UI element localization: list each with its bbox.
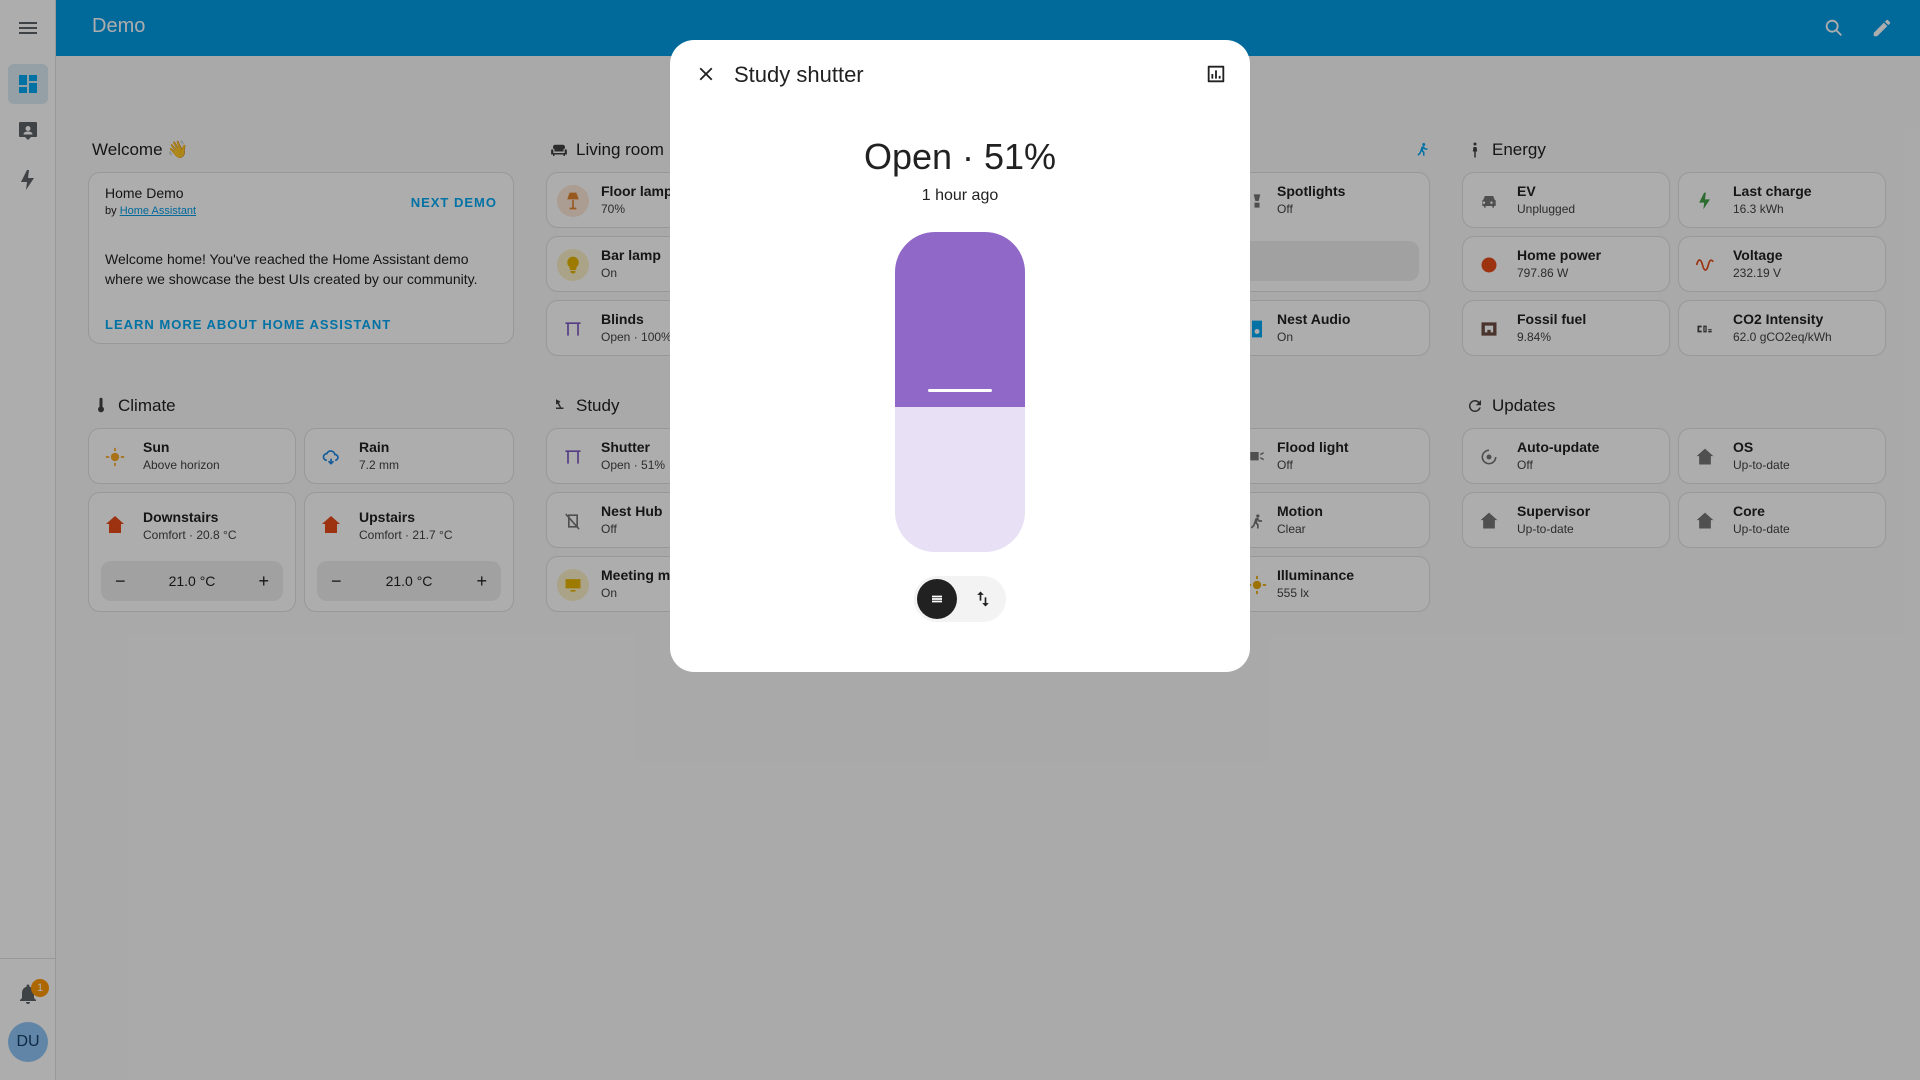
close-icon: [699, 67, 713, 81]
shutter-position-slider[interactable]: [895, 232, 1025, 552]
shutter-position-fill: [895, 232, 1025, 407]
control-mode-switch: [914, 576, 1006, 622]
swap-vertical-icon: [977, 591, 989, 607]
more-info-dialog: Study shutter Open · 51% 1 hour ago: [670, 40, 1250, 672]
position-mode-button[interactable]: [917, 579, 957, 619]
shutter-state: Open · 51%: [863, 136, 1057, 177]
slider-handle[interactable]: [928, 389, 992, 392]
last-changed: 1 hour ago: [921, 187, 999, 204]
menu-lines-icon: [932, 595, 942, 603]
history-button[interactable]: [1200, 58, 1232, 90]
close-button[interactable]: [690, 58, 722, 90]
open-close-mode-button[interactable]: [963, 579, 1003, 619]
dialog-title: Study shutter: [734, 62, 864, 87]
chart-box-icon: [1207, 65, 1225, 83]
